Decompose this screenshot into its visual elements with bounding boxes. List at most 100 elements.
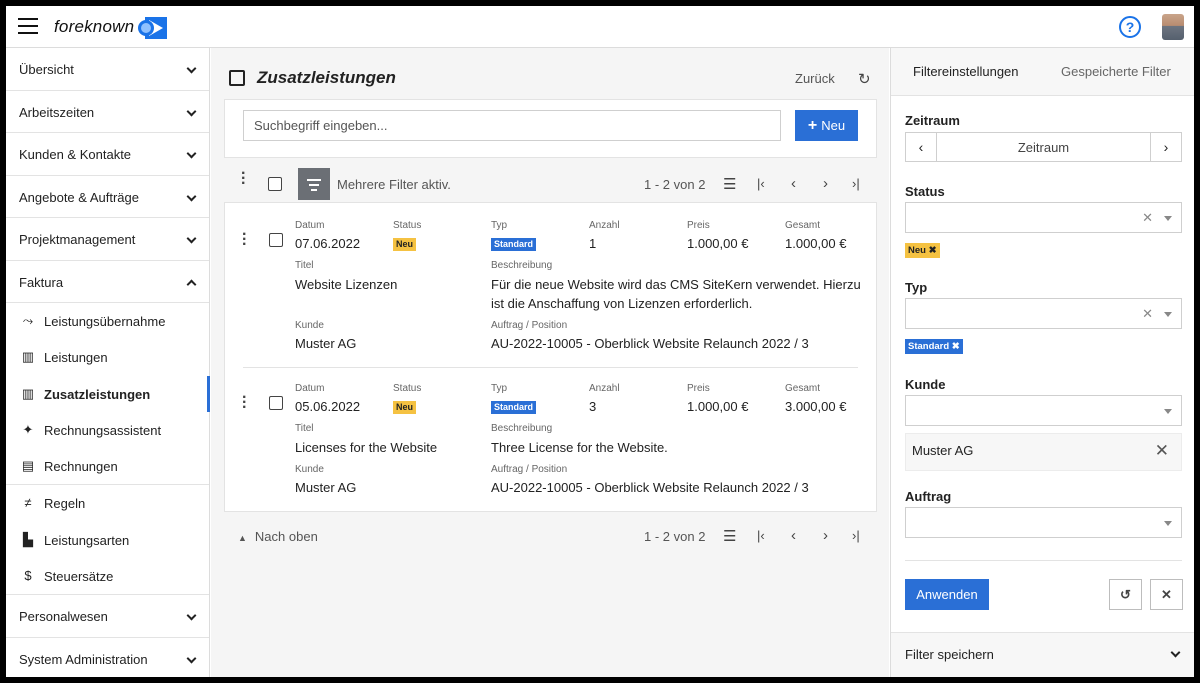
brand-name: foreknown bbox=[54, 17, 135, 36]
clear-icon[interactable]: ✕ bbox=[1142, 306, 1153, 322]
sidebar-item-rechnungen[interactable]: ▤ Rechnungen bbox=[6, 448, 209, 484]
receipt-icon: ▤ bbox=[21, 458, 35, 474]
filter-tabs: Filtereinstellungen Gespeicherte Filter bbox=[891, 48, 1194, 96]
selected-kunde-name: Muster AG bbox=[912, 443, 974, 458]
row-checkbox[interactable] bbox=[269, 396, 283, 410]
chevron-right-icon[interactable]: › bbox=[1150, 133, 1181, 161]
search-card: +Neu bbox=[224, 99, 877, 158]
more-vert-icon[interactable]: · · · bbox=[242, 390, 247, 416]
caption-titel: Titel bbox=[295, 260, 314, 271]
value-anzahl: 1 bbox=[589, 236, 597, 251]
filter-panel: Filtereinstellungen Gespeicherte Filter … bbox=[890, 48, 1194, 677]
sidebar-item-leistungsarten[interactable]: ▙ Leistungsarten bbox=[6, 522, 209, 558]
clear-icon[interactable]: ✕ bbox=[1142, 210, 1153, 226]
back-link[interactable]: Zurück bbox=[795, 71, 835, 86]
sidebar-item-leistungen[interactable]: ▥ Leistungen bbox=[6, 339, 209, 375]
chevron-down-icon bbox=[186, 148, 197, 159]
sidebar-item-rechnungsassistent[interactable]: ✦ Rechnungsassistent bbox=[6, 412, 209, 448]
filter-toggle-button[interactable] bbox=[298, 168, 330, 200]
last-page-icon[interactable]: ›| bbox=[852, 176, 860, 191]
more-vert-icon[interactable]: · · · bbox=[242, 227, 247, 253]
main-content: Zusatzleistungen Zurück ↻ +Neu ··· Mehre… bbox=[211, 48, 889, 677]
results-list: · · · Datum 07.06.2022 Status Neu Typ Stan… bbox=[224, 202, 877, 512]
chevron-left-icon[interactable]: ‹ bbox=[906, 133, 937, 161]
close-icon[interactable]: ✕ bbox=[1150, 579, 1183, 610]
first-page-icon[interactable]: |‹ bbox=[757, 528, 765, 543]
caption-anzahl: Anzahl bbox=[589, 220, 620, 231]
sidebar-item-steuersaetze[interactable]: $ Steuersätze bbox=[6, 558, 209, 594]
status-select[interactable]: ✕ bbox=[905, 202, 1182, 233]
save-filter-section[interactable]: Filter speichern bbox=[891, 632, 1194, 677]
value-beschreibung-line1: Three License for the Website. bbox=[491, 440, 668, 455]
help-icon[interactable]: ? bbox=[1119, 16, 1141, 38]
last-page-icon[interactable]: ›| bbox=[852, 528, 860, 543]
nav-section-kunden[interactable]: Kunden & Kontakte bbox=[6, 133, 209, 176]
next-page-icon[interactable]: › bbox=[823, 527, 828, 544]
nav-section-faktura[interactable]: Faktura bbox=[6, 261, 209, 303]
sidebar-item-label: Leistungsarten bbox=[44, 532, 130, 548]
list-item[interactable]: · · · Datum 07.06.2022 Status Neu Typ Stan… bbox=[225, 203, 876, 367]
caption-typ: Typ bbox=[491, 383, 508, 394]
nav-section-uebersicht[interactable]: Übersicht bbox=[6, 48, 209, 91]
select-all-checkbox[interactable] bbox=[268, 177, 282, 191]
sort-icon[interactable]: ☰ bbox=[723, 175, 736, 193]
sidebar-item-leistungsuebernahme[interactable]: ⤳ Leistungsübernahme bbox=[6, 303, 209, 339]
zeitraum-value[interactable]: Zeitraum bbox=[937, 140, 1150, 155]
more-vert-icon[interactable]: · · · bbox=[241, 166, 246, 192]
nav-section-angebote[interactable]: Angebote & Aufträge bbox=[6, 176, 209, 218]
nav-section-projektmanagement[interactable]: Projektmanagement bbox=[6, 218, 209, 261]
nav-section-personalwesen[interactable]: Personalwesen bbox=[6, 595, 209, 638]
nav-section-label: Personalwesen bbox=[19, 609, 108, 625]
prev-page-icon[interactable]: ‹ bbox=[791, 175, 796, 192]
sidebar-item-zusatzleistungen[interactable]: ▥ Zusatzleistungen bbox=[6, 375, 210, 413]
hamburger-menu-icon[interactable] bbox=[18, 18, 38, 34]
next-page-icon[interactable]: › bbox=[823, 175, 828, 192]
sidebar-item-label: Regeln bbox=[44, 496, 86, 512]
pager-range: 1 - 2 von 2 bbox=[644, 177, 706, 192]
type-badge: Standard bbox=[491, 238, 537, 251]
reset-icon[interactable]: ↺ bbox=[1109, 579, 1142, 610]
value-preis: 1.000,00 € bbox=[687, 236, 749, 251]
tab-saved-filters[interactable]: Gespeicherte Filter bbox=[1061, 64, 1171, 79]
status-badge: Neu bbox=[393, 401, 417, 414]
row-checkbox[interactable] bbox=[269, 233, 283, 247]
close-icon[interactable]: ✕ bbox=[1155, 441, 1169, 461]
status-chip[interactable]: Neu ✖ bbox=[905, 243, 940, 258]
auftrag-select[interactable] bbox=[905, 507, 1182, 538]
caption-datum: Datum bbox=[295, 220, 325, 231]
chart-plus-icon: ▥ bbox=[21, 385, 35, 401]
typ-chip[interactable]: Standard ✖ bbox=[905, 339, 963, 354]
zeitraum-range-picker[interactable]: ‹ Zeitraum › bbox=[905, 132, 1182, 162]
search-input[interactable] bbox=[243, 110, 781, 141]
kunde-select[interactable] bbox=[905, 395, 1182, 426]
caption-anzahl: Anzahl bbox=[589, 383, 620, 394]
sidebar: Übersicht Arbeitszeiten Kunden & Kontakt… bbox=[6, 48, 210, 677]
list-item[interactable]: · · · Datum 05.06.2022 Status Neu Typ Stan… bbox=[225, 367, 876, 511]
nav-section-label: Faktura bbox=[19, 274, 64, 290]
value-datum: 05.06.2022 bbox=[295, 399, 361, 414]
sort-icon[interactable]: ☰ bbox=[723, 527, 736, 545]
nav-section-label: Angebote & Aufträge bbox=[19, 189, 139, 205]
chevron-up-icon bbox=[186, 279, 197, 289]
nav-section-arbeitszeiten[interactable]: Arbeitszeiten bbox=[6, 91, 209, 133]
back-to-top-link[interactable]: ▲ Nach oben bbox=[238, 529, 318, 544]
prev-page-icon[interactable]: ‹ bbox=[791, 527, 796, 544]
user-avatar[interactable] bbox=[1162, 14, 1184, 40]
sidebar-item-regeln[interactable]: ≠ Regeln bbox=[6, 485, 209, 521]
tab-filter-settings[interactable]: Filtereinstellungen bbox=[913, 64, 1019, 79]
caption-kunde: Kunde bbox=[295, 320, 324, 331]
nav-section-label: Kunden & Kontakte bbox=[19, 147, 132, 162]
dollar-icon: $ bbox=[24, 568, 32, 584]
pager-range: 1 - 2 von 2 bbox=[644, 529, 706, 544]
first-page-icon[interactable]: |‹ bbox=[757, 176, 765, 191]
refresh-icon[interactable]: ↻ bbox=[858, 70, 871, 88]
typ-select[interactable]: ✕ bbox=[905, 298, 1182, 329]
apply-button[interactable]: Anwenden bbox=[905, 579, 989, 610]
status-badge: Neu bbox=[393, 238, 417, 251]
new-button[interactable]: + Neu bbox=[795, 110, 858, 141]
chevron-down-icon bbox=[186, 106, 197, 116]
magic-wand-icon: ✦ bbox=[22, 421, 34, 437]
chevron-down-icon bbox=[1170, 647, 1181, 658]
nav-section-system-administration[interactable]: System Administration bbox=[6, 638, 209, 677]
kunde-label: Kunde bbox=[905, 377, 946, 392]
